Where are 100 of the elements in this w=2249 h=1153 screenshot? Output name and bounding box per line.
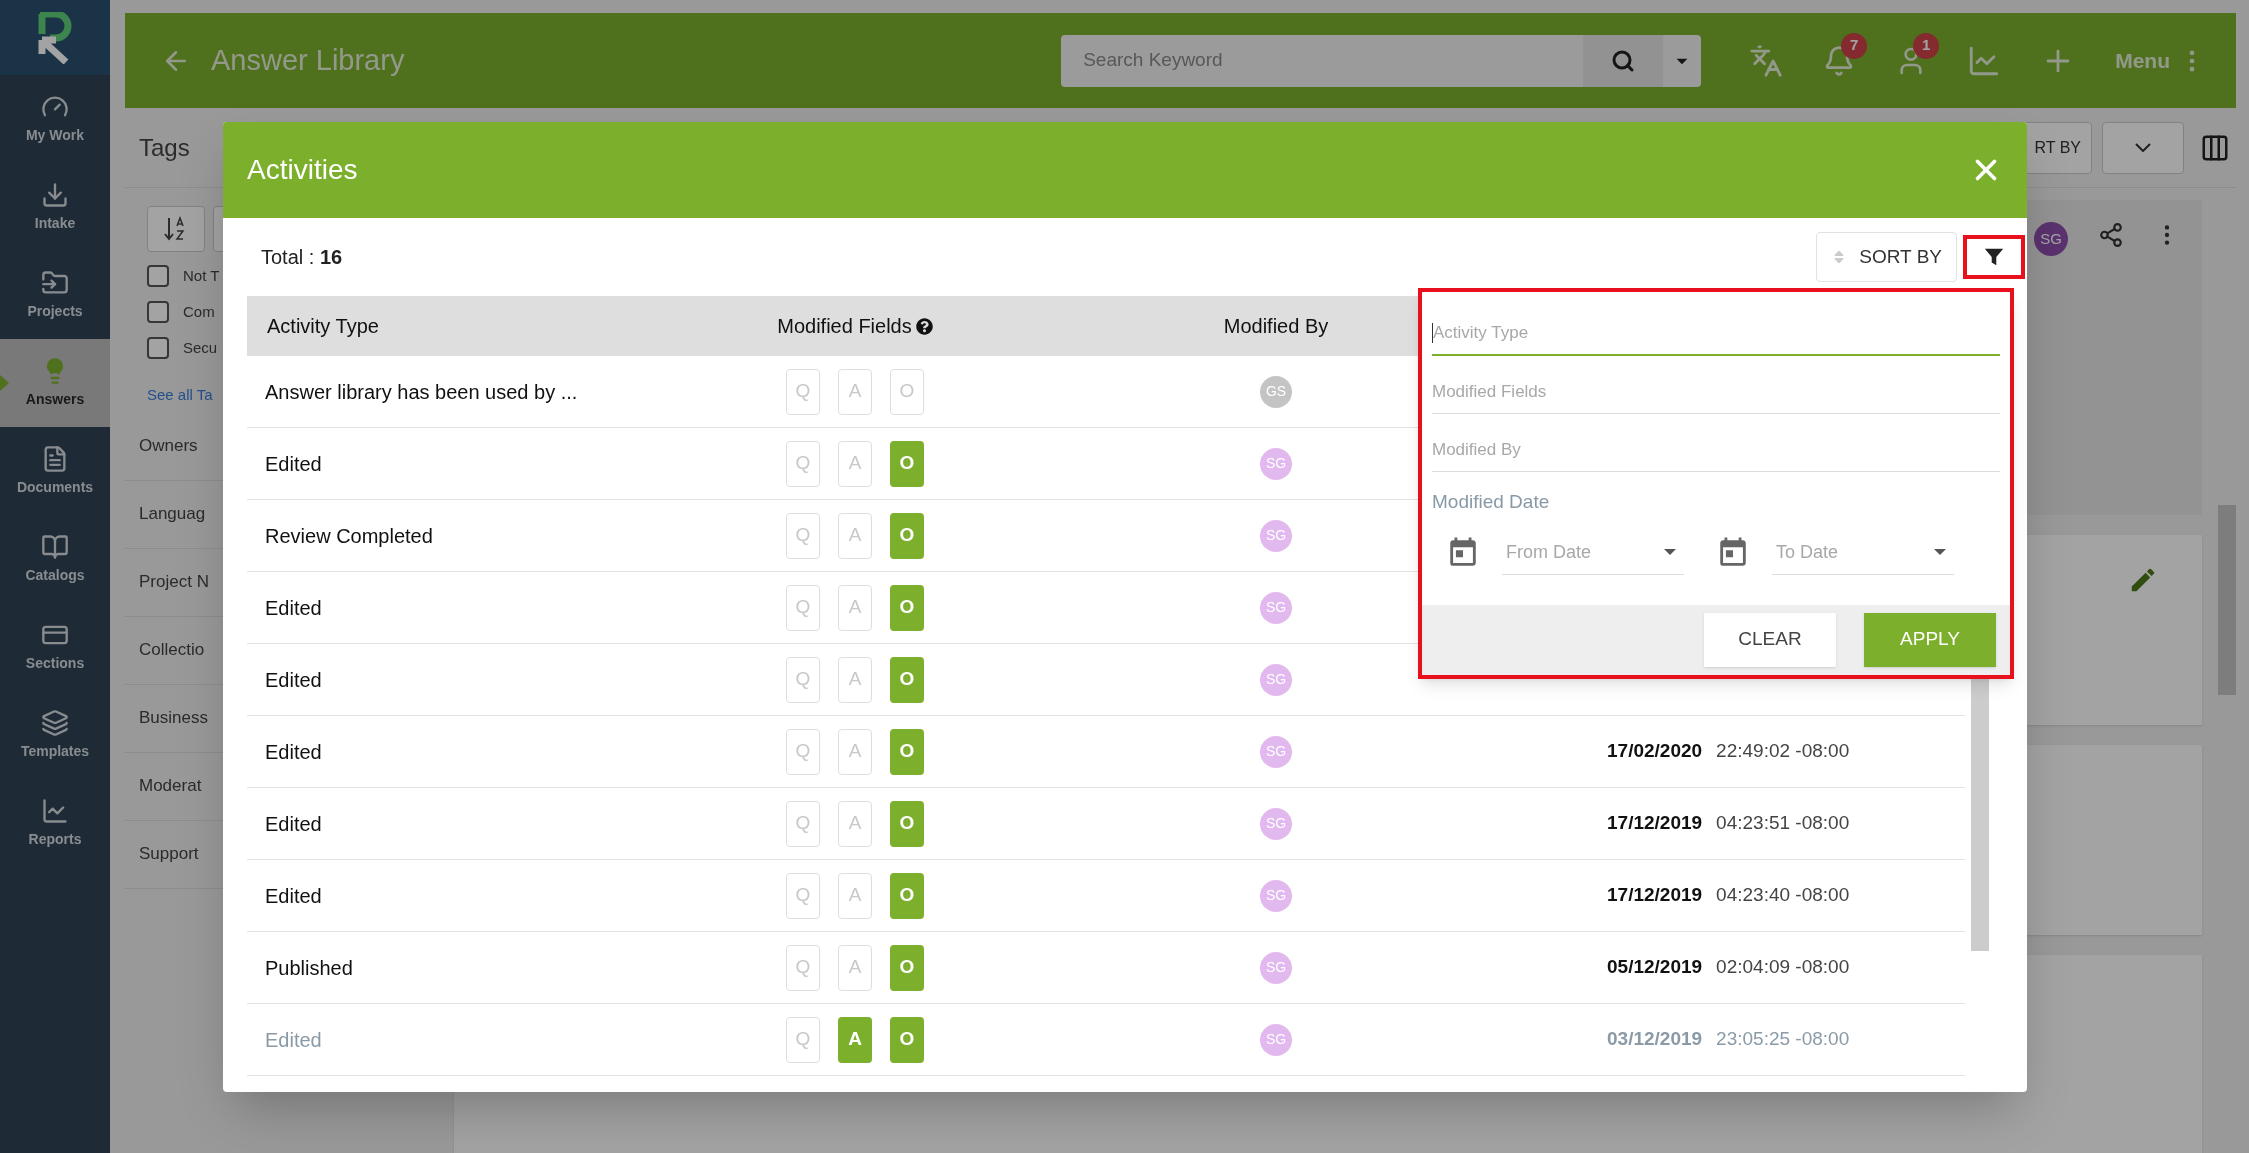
user-avatar: SG xyxy=(1260,519,1292,552)
user-avatar: SG xyxy=(1260,735,1292,768)
field-marker: O xyxy=(890,584,924,631)
sort-button[interactable] xyxy=(147,206,205,252)
checkbox[interactable] xyxy=(147,265,169,287)
section-heading[interactable]: Collectio xyxy=(139,637,205,663)
share-icon[interactable] xyxy=(2098,222,2124,248)
chevron-down-icon xyxy=(2135,143,2151,152)
column-header: Modified By xyxy=(1223,314,1329,339)
date-label: Modified Date xyxy=(1432,490,1551,514)
filter-field[interactable]: Modified Fields xyxy=(1432,370,2000,414)
field-marker: O xyxy=(890,656,924,703)
activity-cell-text: Edited xyxy=(264,1027,323,1053)
filter-field[interactable]: Activity Type xyxy=(1432,312,2000,356)
date-cell-text: 17/12/2019 xyxy=(1607,811,1703,836)
chart-icon xyxy=(41,796,69,825)
panel-title: Tags xyxy=(139,132,190,163)
nav-item[interactable]: Sections xyxy=(0,603,110,691)
help-icon[interactable] xyxy=(915,317,933,335)
nav-item[interactable]: Projects xyxy=(0,251,110,339)
activity-cell-text: Edited xyxy=(264,811,323,837)
active-marker-icon xyxy=(0,375,9,391)
activity-cell-text: Edited xyxy=(264,667,323,693)
activity-cell-text: Edited xyxy=(264,883,323,909)
caret-icon xyxy=(1664,549,1676,555)
from-date-select[interactable]: From Date xyxy=(1502,530,1684,575)
tag-label: Not T xyxy=(183,265,220,286)
nav-item[interactable]: Intake xyxy=(0,163,110,251)
section-heading[interactable]: Owners xyxy=(139,433,198,459)
avatar: SG xyxy=(2034,222,2068,256)
field-marker: O xyxy=(890,440,924,487)
book-icon xyxy=(41,532,69,561)
filter-placeholder: Modified By xyxy=(1432,438,1521,461)
nav-item[interactable]: Templates xyxy=(0,691,110,779)
filter-icon xyxy=(1983,246,2005,268)
nav-item[interactable]: Catalogs xyxy=(0,515,110,603)
user-badge: 1 xyxy=(1913,32,1940,59)
search-placeholder: Search Keyword xyxy=(1082,48,1224,73)
search-icon xyxy=(1611,48,1636,73)
time-cell-text: 04:23:51 -08:00 xyxy=(1716,811,1850,836)
caret-icon xyxy=(1934,549,1946,555)
folder-icon xyxy=(41,268,69,297)
nav-item[interactable]: Documents xyxy=(0,427,110,515)
field-marker: O xyxy=(890,944,924,991)
nav-label: Reports xyxy=(28,829,82,849)
section-heading[interactable]: Languag xyxy=(139,501,206,527)
filter-field[interactable]: Modified By xyxy=(1432,428,2000,472)
time-cell-text: 04:23:40 -08:00 xyxy=(1716,883,1850,908)
layers-icon xyxy=(41,708,69,737)
section-heading[interactable]: Project N xyxy=(139,569,209,595)
dialog-title: Activities xyxy=(247,153,358,187)
activity-cell-text: Published xyxy=(264,955,354,981)
date-cell-text: 17/02/2020 xyxy=(1607,739,1703,764)
filter-placeholder: Modified Fields xyxy=(1432,380,1547,403)
field-marker: A xyxy=(838,1016,872,1063)
sort-button[interactable]: SORT BY xyxy=(1816,232,1957,282)
total-count: Total : 16 xyxy=(261,245,343,270)
user-avatar: SG xyxy=(1260,951,1292,984)
to-date-select[interactable]: To Date xyxy=(1772,530,1954,575)
field-marker: O xyxy=(890,1016,924,1063)
time-cell-text: 23:05:25 -08:00 xyxy=(1716,1027,1850,1052)
user-avatar: SG xyxy=(1260,663,1292,696)
nav-label: Sections xyxy=(25,653,85,673)
nav-label: Projects xyxy=(27,301,83,321)
sort-label: RT BY xyxy=(2034,137,2081,158)
nav-label: My Work xyxy=(25,125,85,145)
section-heading[interactable]: Moderat xyxy=(139,773,202,799)
field-marker: O xyxy=(890,512,924,559)
field-marker: O xyxy=(890,800,924,847)
user-avatar: SG xyxy=(1260,807,1292,840)
section-heading[interactable]: Business xyxy=(139,705,208,731)
tag-label: Secu xyxy=(183,337,218,358)
date-cell-text: 17/12/2019 xyxy=(1607,883,1703,908)
activity-cell-text: Answer library has been used by ... xyxy=(264,379,579,405)
field-marker: O xyxy=(890,872,924,919)
checkbox[interactable] xyxy=(147,337,169,359)
filter-placeholder: Activity Type xyxy=(1433,322,1529,345)
nav-item[interactable]: My Work xyxy=(0,75,110,163)
activity-cell-text: Edited xyxy=(264,739,323,765)
nav-item[interactable]: Reports xyxy=(0,779,110,867)
user-avatar: SG xyxy=(1260,591,1292,624)
activity-cell-text: Edited xyxy=(264,451,323,477)
search-field[interactable]: Search Keyword xyxy=(1061,34,1702,87)
filter-button[interactable] xyxy=(1963,235,2025,279)
time-cell-text: 02:04:09 -08:00 xyxy=(1716,955,1850,980)
nav-item[interactable]: Answers xyxy=(0,339,110,427)
column-header: Modified Fields xyxy=(747,311,963,341)
download-icon xyxy=(41,180,69,209)
search-button[interactable] xyxy=(1583,34,1664,87)
checkbox[interactable] xyxy=(147,301,169,323)
apply-button[interactable]: APPLY xyxy=(1864,612,1996,667)
scrollbar-thumb[interactable] xyxy=(1971,676,1989,951)
user-avatar: SG xyxy=(1260,1023,1292,1056)
user-avatar: SG xyxy=(1260,879,1292,912)
nav-label: Templates xyxy=(20,741,90,761)
date-cell-text: 03/12/2019 xyxy=(1607,1027,1703,1052)
notification-badge: 7 xyxy=(1841,32,1868,59)
section-heading[interactable]: Support xyxy=(139,841,199,867)
nav-label: Documents xyxy=(16,477,94,497)
clear-button[interactable]: CLEAR xyxy=(1704,612,1836,667)
